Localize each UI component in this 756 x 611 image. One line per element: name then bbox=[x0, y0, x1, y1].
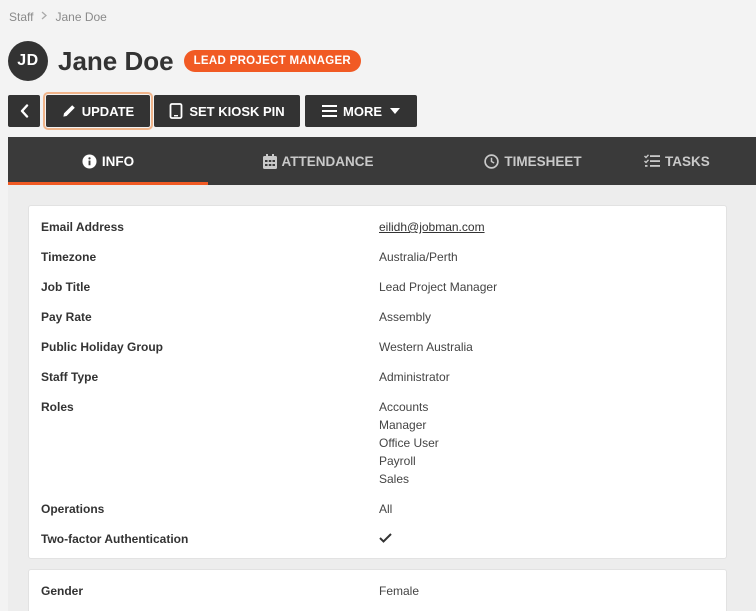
email-link[interactable]: eilidh@jobman.com bbox=[379, 220, 485, 234]
tab-timesheet-label: TIMESHEET bbox=[504, 153, 582, 169]
field-label: Timezone bbox=[41, 250, 97, 264]
check-icon bbox=[379, 532, 699, 546]
field-value: Administrator bbox=[379, 370, 450, 384]
role-badge: LEAD PROJECT MANAGER bbox=[183, 50, 362, 72]
roles-list: Accounts Manager Office User Payroll Sal… bbox=[379, 400, 699, 490]
kiosk-label: SET KIOSK PIN bbox=[189, 103, 285, 119]
toolbar: UPDATE SET KIOSK PIN MORE bbox=[8, 92, 417, 130]
role-item: Accounts bbox=[379, 400, 429, 414]
hamburger-icon bbox=[322, 105, 337, 117]
back-button[interactable] bbox=[8, 95, 40, 127]
field-label: Roles bbox=[41, 400, 74, 414]
info-card: Email Address eilidh@jobman.com Timezone… bbox=[28, 205, 727, 559]
tablet-icon bbox=[169, 103, 183, 119]
content-area: Email Address eilidh@jobman.com Timezone… bbox=[8, 185, 756, 611]
update-label: UPDATE bbox=[81, 103, 135, 119]
calendar-icon bbox=[262, 153, 282, 169]
breadcrumb-current: Jane Doe bbox=[55, 10, 107, 24]
update-button[interactable]: UPDATE bbox=[43, 92, 153, 130]
more-dropdown-button[interactable]: MORE bbox=[305, 95, 417, 127]
field-value: Australia/Perth bbox=[379, 250, 458, 264]
role-item: Manager bbox=[379, 418, 427, 432]
field-label: Email Address bbox=[41, 220, 124, 234]
field-label: Gender bbox=[41, 584, 84, 598]
field-value: Assembly bbox=[379, 310, 432, 324]
tab-bar: INFO ATTENDANCE TIMESHEET TASKS bbox=[8, 137, 756, 185]
caret-down-icon bbox=[390, 108, 400, 114]
field-label: Operations bbox=[41, 502, 105, 516]
chevron-left-icon bbox=[20, 104, 29, 118]
breadcrumb-staff-link[interactable]: Staff bbox=[9, 10, 33, 24]
tab-attendance[interactable]: ATTENDANCE bbox=[208, 137, 428, 185]
page-title: Jane Doe bbox=[58, 45, 174, 76]
field-label: Public Holiday Group bbox=[41, 340, 164, 354]
field-label: Pay Rate bbox=[41, 310, 92, 324]
tab-info-label: INFO bbox=[101, 153, 135, 169]
field-value: Female bbox=[379, 584, 420, 598]
clock-icon bbox=[484, 153, 504, 169]
field-value: Lead Project Manager bbox=[379, 280, 498, 294]
field-label: Job Title bbox=[41, 280, 91, 294]
tab-tasks[interactable]: TASKS bbox=[638, 137, 756, 185]
more-label: MORE bbox=[343, 103, 382, 119]
pencil-icon bbox=[62, 104, 76, 118]
personal-card: Gender Female bbox=[28, 569, 727, 611]
tab-attendance-label: ATTENDANCE bbox=[281, 153, 374, 169]
info-icon bbox=[82, 153, 102, 169]
role-item: Office User bbox=[379, 436, 439, 450]
role-item: Payroll bbox=[379, 454, 416, 468]
tab-timesheet[interactable]: TIMESHEET bbox=[428, 137, 638, 185]
role-item: Sales bbox=[379, 472, 410, 486]
avatar: JD bbox=[8, 41, 48, 81]
page-header: JD Jane Doe LEAD PROJECT MANAGER bbox=[8, 41, 362, 81]
field-label: Staff Type bbox=[41, 370, 99, 384]
field-value: Western Australia bbox=[379, 340, 473, 354]
breadcrumb: Staff Jane Doe bbox=[9, 10, 107, 24]
set-kiosk-pin-button[interactable]: SET KIOSK PIN bbox=[154, 95, 300, 127]
field-value: All bbox=[379, 502, 393, 516]
tab-tasks-label: TASKS bbox=[665, 153, 710, 169]
field-label: Two-factor Authentication bbox=[41, 532, 189, 546]
tab-info[interactable]: INFO bbox=[8, 137, 208, 185]
checklist-icon bbox=[644, 154, 665, 168]
chevron-right-icon bbox=[41, 11, 48, 23]
